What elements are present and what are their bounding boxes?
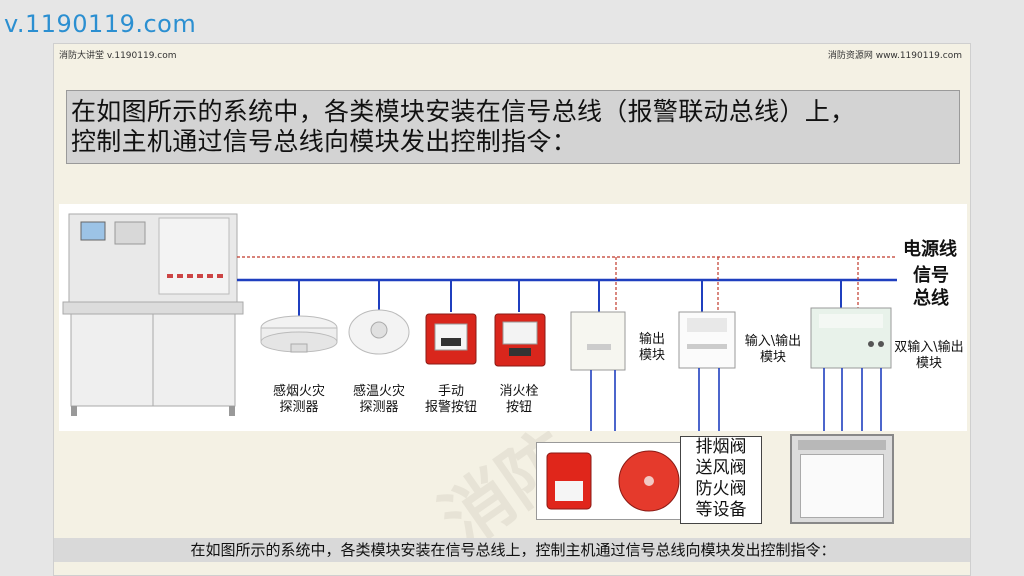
title-box: 在如图所示的系统中，各类模块安装在信号总线（报警联动总线）上， 控制主机通过信号… — [66, 90, 960, 164]
io-module-icon — [678, 311, 736, 369]
site-link[interactable]: v.1190119.com — [4, 10, 196, 38]
heat-detector-icon — [348, 309, 410, 355]
sounder-strobe-icon — [546, 452, 592, 510]
system-diagram: 电源线 信号 总线 感烟火灾 探测器 感温火灾 探测器 手动 报警按钮 消火栓 … — [59, 204, 967, 431]
hydrant-button-icon — [494, 313, 546, 367]
alarm-bell-icon — [618, 450, 680, 512]
screen: v.1190119.com 磐龍 消防 消防大讲堂 v.1190119.com … — [0, 0, 1024, 576]
manual-alarm-label: 手动 报警按钮 — [424, 384, 477, 415]
io-module-label: 输入\输出 模块 — [744, 334, 802, 365]
header-left: 消防大讲堂 v.1190119.com — [59, 51, 177, 61]
sounder-device-panel — [536, 442, 694, 520]
caption: 在如图所示的系统中，各类模块安装在信号总线上，控制主机通过信号总线向模块发出控制… — [54, 538, 970, 562]
slide: 磐龍 消防 消防大讲堂 v.1190119.com 消防资源网 www.1190… — [53, 43, 971, 576]
power-line-label: 电源线 — [903, 239, 957, 260]
hydrant-button-label: 消火栓 按钮 — [499, 384, 539, 415]
output-module-label: 输出 模块 — [638, 332, 665, 363]
dual-io-module-label: 双输入\输出 模块 — [894, 340, 964, 371]
title-line-2: 控制主机通过信号总线向模块发出控制指令： — [71, 127, 578, 156]
title-line-1: 在如图所示的系统中，各类模块安装在信号总线（报警联动总线）上， — [71, 97, 856, 126]
header-right: 消防资源网 www.1190119.com — [827, 51, 962, 61]
signal-bus-label: 信号 总线 — [913, 265, 949, 309]
control-host-icon — [62, 213, 244, 416]
heat-detector-label: 感温火灾 探测器 — [352, 384, 405, 415]
output-module-icon — [570, 311, 626, 371]
dual-io-module-icon — [810, 307, 892, 369]
equipment-list: 排烟阀 送风阀 防火阀 等设备 — [680, 436, 762, 524]
smoke-detector-icon — [260, 315, 338, 353]
smoke-detector-label: 感烟火灾 探测器 — [272, 384, 325, 415]
manual-alarm-button-icon — [425, 313, 477, 365]
fire-shutter-icon — [790, 434, 894, 524]
